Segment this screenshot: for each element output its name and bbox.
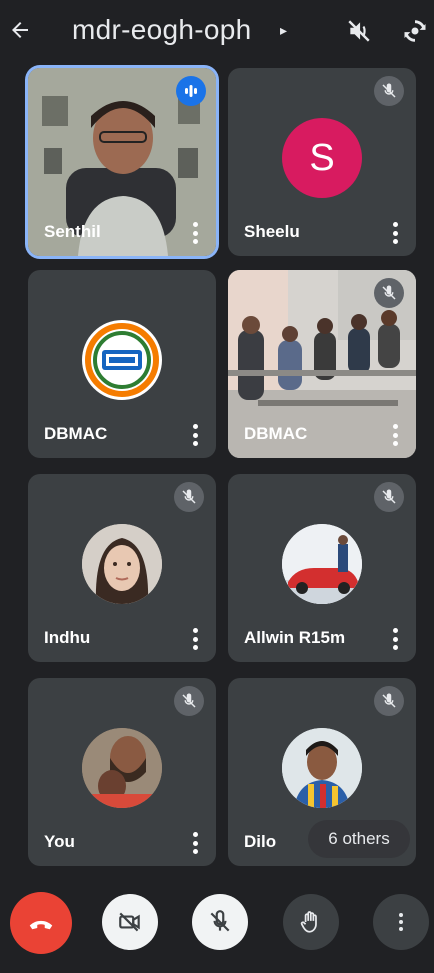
participant-tile[interactable]: Senthil: [28, 68, 216, 256]
participant-name: DBMAC: [244, 424, 308, 443]
switch-camera-icon[interactable]: [400, 16, 430, 46]
more-options-icon[interactable]: [392, 222, 398, 244]
more-options-icon[interactable]: [392, 424, 398, 446]
mic-off-icon: [374, 278, 404, 308]
participant-name: Indhu: [44, 628, 91, 647]
top-bar: mdr-eogh-oph ▸: [0, 0, 434, 64]
participant-tile[interactable]: DBMAC: [28, 270, 216, 458]
participant-name: Senthil: [44, 222, 101, 241]
participant-name: You: [44, 832, 75, 851]
participant-name: Dilo: [244, 832, 277, 851]
back-arrow-icon[interactable]: [6, 16, 34, 44]
meeting-code[interactable]: mdr-eogh-oph: [72, 14, 251, 46]
speaker-off-icon[interactable]: [344, 16, 374, 46]
participant-name: DBMAC: [44, 424, 108, 443]
avatar-photo: [282, 728, 362, 808]
call-controls: [0, 886, 434, 973]
mic-off-icon: [174, 686, 204, 716]
more-options-icon[interactable]: [392, 628, 398, 650]
participant-name: Sheelu: [244, 222, 300, 241]
participant-tile[interactable]: Indhu: [28, 474, 216, 662]
mic-off-icon: [210, 910, 230, 932]
more-options-icon[interactable]: [192, 222, 198, 244]
camera-off-icon: [119, 912, 140, 932]
end-call-button[interactable]: [10, 892, 72, 954]
mic-off-icon: [174, 482, 204, 512]
more-options-button[interactable]: [373, 894, 429, 950]
participant-tile[interactable]: Allwin R15m: [228, 474, 416, 662]
avatar-photo: [82, 728, 162, 808]
others-button[interactable]: 6 others: [308, 820, 410, 858]
camera-toggle-button[interactable]: [102, 894, 158, 950]
avatar-photo: [282, 524, 362, 604]
avatar-logo: [82, 320, 162, 400]
participant-tile[interactable]: DBMAC: [228, 270, 416, 458]
participant-tile[interactable]: You: [28, 678, 216, 866]
more-options-icon[interactable]: [192, 628, 198, 650]
raise-hand-button[interactable]: [283, 894, 339, 950]
participant-tile[interactable]: S Sheelu: [228, 68, 416, 256]
phone-hangup-icon: [29, 920, 53, 930]
raise-hand-icon: [300, 911, 317, 933]
mic-off-icon: [374, 482, 404, 512]
mic-off-icon: [374, 76, 404, 106]
more-options-icon[interactable]: [192, 424, 198, 446]
more-options-icon[interactable]: [192, 832, 198, 854]
mic-toggle-button[interactable]: [192, 894, 248, 950]
speaking-indicator-icon: [176, 76, 206, 106]
more-vertical-icon: [399, 913, 403, 931]
participant-name: Allwin R15m: [244, 628, 346, 647]
meeting-details-arrow-icon[interactable]: ▸: [280, 22, 287, 39]
avatar-photo: [82, 524, 162, 604]
avatar: S: [282, 118, 362, 198]
mic-off-icon: [374, 686, 404, 716]
